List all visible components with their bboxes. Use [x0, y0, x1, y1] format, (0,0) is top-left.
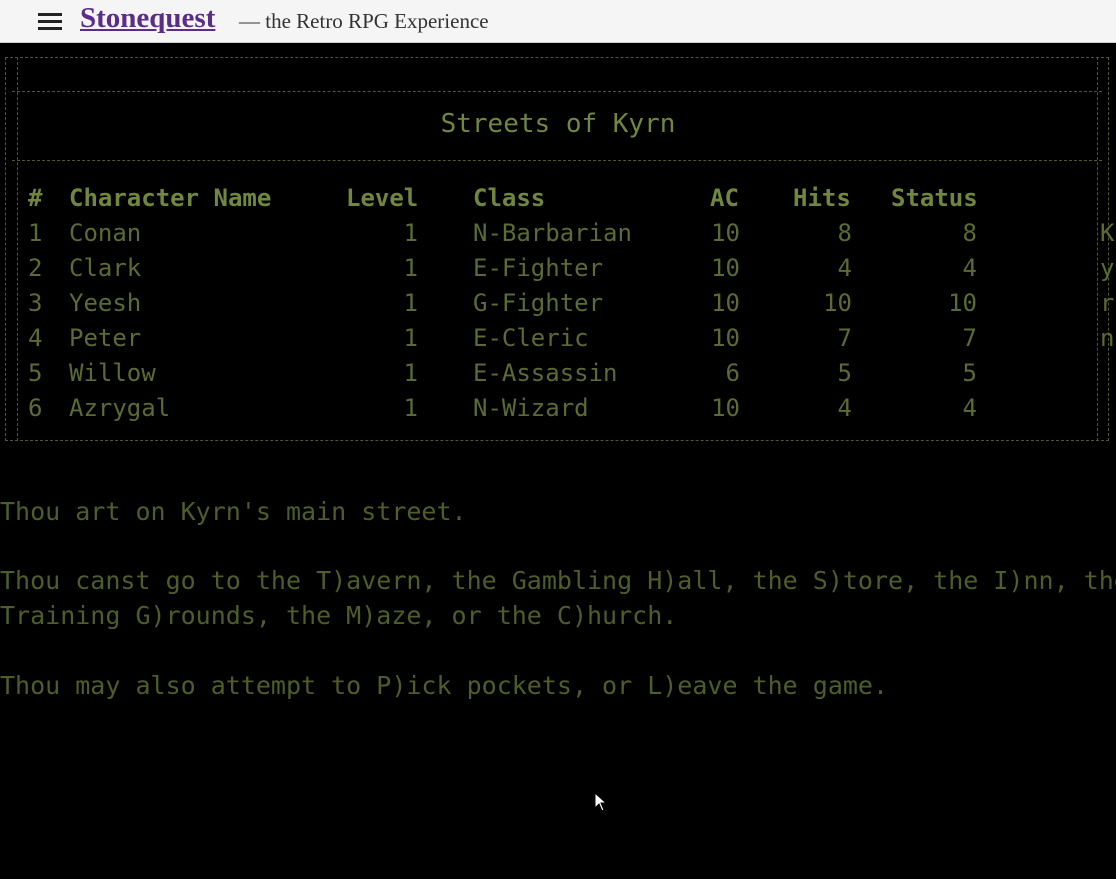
game-message: Thou canst go to the T)avern, the Gambli…: [0, 566, 1116, 595]
party-row-extra: r: [1100, 289, 1115, 317]
col-header-hits: Hits: [793, 184, 851, 212]
site-title-link[interactable]: Stonequest: [80, 2, 215, 35]
party-row-class: N-Barbarian: [473, 219, 632, 247]
party-row-class: N-Wizard: [473, 394, 589, 422]
party-row-status: 4: [962, 394, 977, 422]
party-row-level: 1: [403, 254, 418, 282]
hamburger-icon[interactable]: [38, 12, 62, 30]
party-row-level: 1: [403, 219, 418, 247]
col-header-name: Character Name: [69, 184, 272, 212]
game-message: Thou may also attempt to P)ick pockets, …: [0, 671, 889, 700]
party-row-ac: 10: [711, 324, 740, 352]
party-row-status: 4: [962, 254, 977, 282]
party-row-name: Yeesh: [69, 289, 142, 317]
party-row-num: 4: [28, 324, 43, 352]
party-row-status: 5: [962, 359, 977, 387]
top-bar: Stonequest — the Retro RPG Experience: [0, 0, 1116, 43]
col-header-num: #: [28, 184, 43, 212]
party-row-ac: 10: [711, 289, 740, 317]
party-row-name: Clark: [69, 254, 142, 282]
party-row-num: 1: [28, 219, 43, 247]
col-header-status: Status: [891, 184, 978, 212]
party-row-level: 1: [403, 289, 418, 317]
party-row-extra: y: [1100, 254, 1115, 282]
col-header-ac: AC: [710, 184, 739, 212]
party-row-ac: 10: [711, 394, 740, 422]
party-row-num: 2: [28, 254, 43, 282]
party-row-hits: 10: [823, 289, 852, 317]
game-terminal[interactable]: Streets of Kyrn # Character Name Level C…: [0, 43, 1116, 879]
frame-divider: [12, 91, 1102, 92]
party-row-class: E-Fighter: [473, 254, 604, 282]
party-row-num: 5: [28, 359, 43, 387]
party-row-hits: 8: [837, 219, 852, 247]
party-row-hits: 4: [837, 254, 852, 282]
party-row-level: 1: [403, 394, 418, 422]
col-header-level: Level: [346, 184, 419, 212]
party-row-class: G-Fighter: [473, 289, 604, 317]
game-message: Thou art on Kyrn's main street.: [0, 497, 467, 526]
mouse-pointer-icon: [594, 792, 608, 812]
party-row-class: E-Cleric: [473, 324, 589, 352]
party-row-level: 1: [403, 359, 418, 387]
party-row-num: 6: [28, 394, 43, 422]
location-title: Streets of Kyrn: [440, 109, 676, 139]
party-row-status: 7: [962, 324, 977, 352]
party-row-extra: K: [1100, 219, 1115, 247]
party-row-name: Azrygal: [69, 394, 171, 422]
party-row-hits: 7: [837, 324, 852, 352]
game-message: Training G)rounds, the M)aze, or the C)h…: [0, 601, 678, 630]
party-row-name: Conan: [69, 219, 142, 247]
party-row-class: E-Assassin: [473, 359, 618, 387]
party-row-ac: 6: [725, 359, 740, 387]
col-header-class: Class: [473, 184, 546, 212]
party-row-ac: 10: [711, 219, 740, 247]
party-row-level: 1: [403, 324, 418, 352]
party-row-status: 10: [948, 289, 977, 317]
party-row-num: 3: [28, 289, 43, 317]
party-row-hits: 5: [837, 359, 852, 387]
party-row-hits: 4: [837, 394, 852, 422]
party-row-name: Peter: [69, 324, 142, 352]
party-row-ac: 10: [711, 254, 740, 282]
frame-divider: [12, 160, 1102, 161]
party-row-name: Willow: [69, 359, 156, 387]
site-subtitle: — the Retro RPG Experience: [239, 9, 489, 33]
party-row-extra: n: [1100, 324, 1115, 352]
party-row-status: 8: [962, 219, 977, 247]
